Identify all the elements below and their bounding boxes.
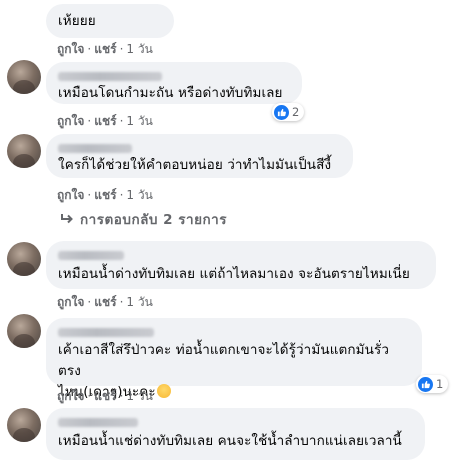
share-link[interactable]: แชร์ (94, 188, 116, 202)
author-name-blurred[interactable] (58, 251, 124, 260)
comment-bubble: ใครก็ได้ช่วยให้คำตอบหน่อย ว่าทำไมมันเป็น… (46, 134, 353, 178)
reply-arrow-icon (60, 213, 74, 225)
separator: · (119, 42, 124, 56)
avatar[interactable] (7, 60, 41, 94)
like-link[interactable]: ถูกใจ (57, 42, 84, 56)
author-name-blurred[interactable] (58, 328, 154, 337)
comment-actions: ถูกใจ · แชร์ · 1 วัน (57, 387, 153, 406)
comment-text: เหมือนน้ำด่างทับทิมเลย แต่ถ้าไหลมาเอง จะ… (58, 266, 410, 282)
author-name-blurred[interactable] (58, 418, 138, 427)
share-link[interactable]: แชร์ (94, 295, 116, 309)
reaction-number: 1 (436, 377, 444, 391)
comment-text: เห้ยยย (58, 13, 96, 29)
timestamp[interactable]: 1 วัน (126, 114, 152, 128)
view-replies-link[interactable]: การตอบกลับ 2 รายการ (60, 208, 227, 230)
share-link[interactable]: แชร์ (94, 42, 116, 56)
separator: · (87, 42, 92, 56)
separator: · (119, 389, 124, 403)
comment-actions: ถูกใจ · แชร์ · 1 วัน (57, 112, 153, 131)
like-link[interactable]: ถูกใจ (57, 188, 84, 202)
reaction-number: 2 (292, 105, 300, 119)
comment-text: เหมือนโดนกำมะถัน หรือด่างทับทิมเลย (58, 85, 283, 101)
avatar[interactable] (7, 314, 41, 348)
separator: · (87, 114, 92, 128)
timestamp[interactable]: 1 วัน (126, 389, 152, 403)
author-name-blurred[interactable] (58, 72, 162, 81)
comment-text: เหมือนน้ำแช่ด่างทับทิมเลย คนจะใช้น้ำลำบา… (58, 433, 402, 449)
comment-bubble: เหมือนโดนกำมะถัน หรือด่างทับทิมเลย (46, 62, 302, 104)
avatar[interactable] (7, 134, 41, 168)
thumbs-up-icon (274, 104, 289, 120)
separator: · (119, 295, 124, 309)
separator: · (87, 188, 92, 202)
comment-bubble: เหมือนน้ำด่างทับทิมเลย แต่ถ้าไหลมาเอง จะ… (46, 241, 436, 289)
separator: · (119, 114, 124, 128)
smiling-face-emoji-icon (156, 384, 171, 398)
like-link[interactable]: ถูกใจ (57, 389, 84, 403)
replies-label[interactable]: การตอบกลับ 2 รายการ (80, 208, 227, 230)
like-link[interactable]: ถูกใจ (57, 295, 84, 309)
comment-text-line-1: เค้าเอาสีใส่รึป่าวคะ ท่อน้ำแตกเขาจะได้รู… (58, 342, 389, 379)
like-link[interactable]: ถูกใจ (57, 114, 84, 128)
avatar[interactable] (7, 242, 41, 276)
separator: · (87, 295, 92, 309)
comment-text: ใครก็ได้ช่วยให้คำตอบหน่อย ว่าทำไมมันเป็น… (58, 157, 332, 173)
separator: · (87, 389, 92, 403)
share-link[interactable]: แชร์ (94, 389, 116, 403)
reaction-count[interactable]: 1 (416, 375, 449, 393)
comment-bubble: เห้ยยย (46, 4, 174, 38)
timestamp[interactable]: 1 วัน (126, 42, 152, 56)
comment-bubble: เหมือนน้ำแช่ด่างทับทิมเลย คนจะใช้น้ำลำบา… (46, 408, 425, 460)
comment-bubble: เค้าเอาสีใส่รึป่าวคะ ท่อน้ำแตกเขาจะได้รู… (46, 318, 422, 400)
author-name-blurred[interactable] (58, 144, 132, 153)
timestamp[interactable]: 1 วัน (126, 188, 152, 202)
thumbs-up-icon (418, 376, 433, 392)
avatar[interactable] (7, 408, 41, 442)
separator: · (119, 188, 124, 202)
comment-actions: ถูกใจ · แชร์ · 1 วัน (57, 186, 153, 205)
share-link[interactable]: แชร์ (94, 114, 116, 128)
reaction-count[interactable]: 2 (272, 103, 305, 121)
comment-actions: ถูกใจ · แชร์ · 1 วัน (57, 40, 153, 59)
timestamp[interactable]: 1 วัน (126, 295, 152, 309)
comment-actions: ถูกใจ · แชร์ · 1 วัน (57, 293, 153, 312)
